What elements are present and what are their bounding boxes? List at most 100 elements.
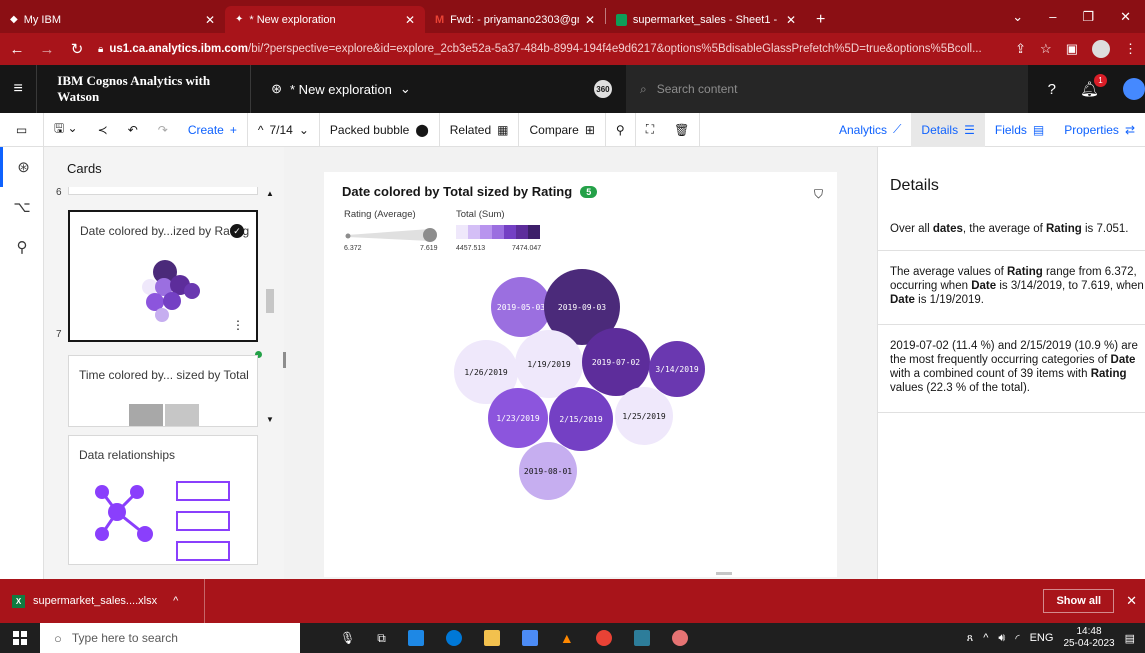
user-avatar[interactable]: [1122, 78, 1145, 100]
bubble[interactable]: 2/15/2019: [549, 387, 613, 451]
rail-cards-icon[interactable]: ⊛: [0, 147, 44, 187]
reload-icon[interactable]: ↻: [68, 40, 86, 58]
scroll-down-icon[interactable]: ▼: [266, 415, 274, 424]
card-time-colored[interactable]: Time colored by... sized by Total: [68, 355, 258, 427]
card-check-icon: ✓: [230, 224, 244, 238]
show-all-button[interactable]: Show all: [1043, 589, 1115, 613]
related-button[interactable]: Related ▦: [440, 112, 520, 147]
chrome-icon[interactable]: [595, 630, 612, 646]
task-view-icon[interactable]: ⧉: [377, 631, 386, 646]
browser-tab-myibm[interactable]: ◆ My IBM ✕: [0, 6, 225, 33]
sheets-icon: [616, 13, 627, 26]
browser-tab-sheets[interactable]: supermarket_sales - Sheet1 - Go ✕: [606, 6, 806, 33]
bookmark-star-icon[interactable]: ☆: [1040, 41, 1052, 57]
redo-icon[interactable]: ↷: [148, 113, 178, 147]
save-icon[interactable]: 🖫︎ ⌄: [44, 113, 88, 147]
pin-icon[interactable]: ⚲: [606, 112, 636, 147]
close-tab-icon[interactable]: ✕: [205, 13, 215, 27]
notification-center-icon[interactable]: ▤: [1125, 632, 1135, 645]
close-tab-icon[interactable]: ✕: [786, 13, 796, 27]
create-button[interactable]: Create +: [178, 112, 248, 147]
card-thumbnail-block: [129, 404, 163, 426]
packed-bubble-chart: 2019-05-03 2019-09-03 1/26/2019 1/19/201…: [454, 269, 705, 500]
share-icon[interactable]: ≺: [88, 113, 118, 147]
download-item[interactable]: X supermarket_sales....xlsx ^: [0, 579, 205, 623]
close-tab-icon[interactable]: ✕: [405, 13, 415, 27]
exploration-canvas: Date colored by Total sized by Rating 5 …: [283, 147, 877, 579]
panel-resize-handle[interactable]: [283, 352, 286, 368]
page-navigator[interactable]: ^ 7/14 ⌄: [248, 112, 320, 147]
card-overflow-icon[interactable]: ⋮: [232, 318, 244, 332]
edge-browser-icon[interactable]: [445, 630, 462, 646]
bubble[interactable]: 2019-08-01: [519, 442, 577, 500]
cards-scrollbar-thumb[interactable]: [266, 289, 274, 313]
mail-app-icon[interactable]: [407, 630, 424, 646]
fullscreen-icon[interactable]: ⛶: [636, 113, 664, 147]
close-window-icon[interactable]: ✕: [1120, 9, 1131, 25]
taskbar-search-input[interactable]: ○ Type here to search: [40, 623, 300, 653]
microphone-icon[interactable]: 🎙︎: [340, 631, 355, 645]
card-data-relationships[interactable]: Data relationships: [68, 435, 258, 565]
bubble[interactable]: 1/19/2019: [515, 330, 583, 398]
maximize-icon[interactable]: ❐: [1082, 9, 1094, 25]
start-button[interactable]: [0, 631, 40, 645]
forward-icon[interactable]: →: [38, 41, 56, 58]
bubble-icon: ⬤: [415, 122, 429, 137]
visualization-card[interactable]: Date colored by Total sized by Rating 5 …: [324, 172, 837, 577]
hamburger-menu-icon[interactable]: ≡: [0, 80, 36, 98]
analytics-tab[interactable]: Analytics ⟋: [829, 113, 911, 147]
bubble[interactable]: 3/14/2019: [649, 341, 705, 397]
related-icon: ▦: [497, 122, 509, 137]
file-explorer-icon[interactable]: [483, 630, 500, 646]
rail-data-tree-icon[interactable]: ⌥: [0, 187, 44, 227]
people-icon[interactable]: ጸ: [967, 632, 973, 645]
card-date-colored[interactable]: Date colored by...ized by Rating ✓ ⋮: [68, 210, 258, 342]
browser-tab-new-exploration[interactable]: ✦ * New exploration ✕: [225, 6, 425, 33]
details-tab[interactable]: Details ☰: [911, 112, 985, 147]
language-indicator[interactable]: ENG: [1030, 632, 1054, 644]
store-icon[interactable]: [521, 630, 538, 646]
profile-avatar-icon[interactable]: [1092, 40, 1110, 58]
compare-button[interactable]: Compare ⊞: [519, 112, 606, 147]
chrome-profile-icon[interactable]: [671, 630, 688, 646]
badge-360[interactable]: 360: [593, 80, 612, 98]
notifications-icon[interactable]: 🔔︎ 1: [1080, 74, 1107, 98]
canvas-splitter[interactable]: [716, 572, 732, 575]
viz-type-button[interactable]: Packed bubble ⬤: [320, 112, 440, 147]
bubble[interactable]: 2019-05-03: [491, 277, 551, 337]
undo-icon[interactable]: ↶: [118, 113, 148, 147]
properties-tab[interactable]: Properties ⇄: [1054, 113, 1145, 147]
url-field[interactable]: 🔒︎ us1.ca.analytics.ibm.com/bi/?perspect…: [98, 37, 1003, 61]
minimize-icon[interactable]: –: [1049, 9, 1056, 24]
browser-tab-gmail[interactable]: M Fwd: - priyamano2303@gmail.co ✕: [425, 6, 605, 33]
comment-icon[interactable]: ▭: [0, 112, 44, 147]
scroll-up-icon[interactable]: ▲: [266, 189, 274, 198]
bubble[interactable]: 2019-07-02: [582, 328, 650, 396]
close-tab-icon[interactable]: ✕: [585, 13, 595, 27]
fields-icon: ▤: [1032, 122, 1045, 137]
back-icon[interactable]: ←: [8, 41, 26, 58]
wifi-icon[interactable]: ◜: [1015, 632, 1019, 645]
delete-icon[interactable]: 🗑︎: [664, 112, 701, 147]
bubble[interactable]: 1/25/2019: [615, 387, 673, 445]
tab-search-icon[interactable]: ⌄: [1012, 9, 1023, 25]
menu-dots-icon[interactable]: ⋮: [1124, 41, 1137, 57]
volume-icon[interactable]: 🔊︎: [998, 632, 1005, 645]
browser-tab-bar: ◆ My IBM ✕ ✦ * New exploration ✕ M Fwd: …: [0, 0, 1145, 33]
fields-tab[interactable]: Fields ▤: [985, 113, 1054, 147]
share-icon[interactable]: ⇪: [1015, 41, 1026, 57]
app-header: ≡ IBM Cognos Analytics with Watson ⊛ * N…: [0, 65, 1145, 113]
close-download-bar-icon[interactable]: ✕: [1126, 593, 1137, 609]
clock[interactable]: 14:48 25-04-2023: [1063, 626, 1114, 650]
vlc-icon[interactable]: ▲: [560, 630, 574, 646]
bubble[interactable]: 1/23/2019: [488, 388, 548, 448]
tray-overflow-icon[interactable]: ^: [983, 632, 988, 644]
app-icon[interactable]: [633, 630, 650, 646]
rail-pin-icon[interactable]: ⚲: [0, 227, 44, 267]
new-tab-button[interactable]: +: [806, 6, 836, 33]
sidepanel-icon[interactable]: ▣: [1066, 41, 1078, 57]
search-content-input[interactable]: ⌕ Search content: [625, 65, 1028, 113]
plus-icon: +: [816, 10, 826, 28]
help-icon[interactable]: ?: [1048, 81, 1056, 98]
exploration-title[interactable]: ⊛ * New exploration ⌄ 360: [251, 80, 626, 98]
